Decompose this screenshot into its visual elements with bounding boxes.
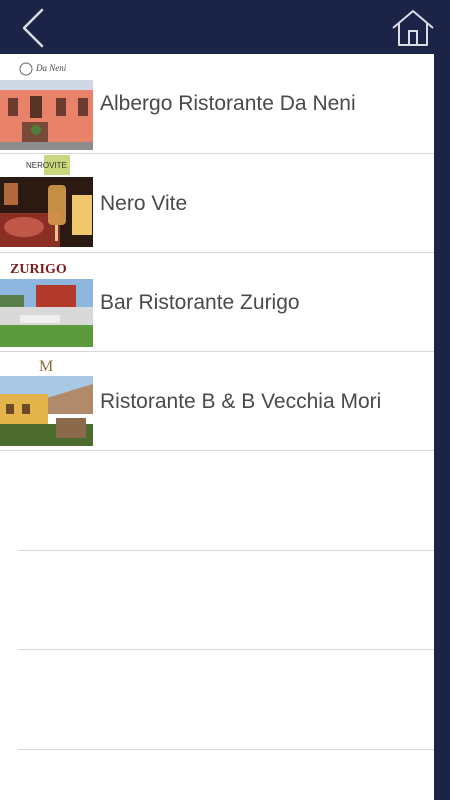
restaurant-thumbnail: Da Neni [0, 58, 93, 150]
restaurant-list: Da Neni Albergo Ristorante Da Neni NEROV… [0, 54, 434, 800]
home-icon [392, 10, 434, 46]
row-divider [18, 649, 434, 650]
top-navigation-bar [0, 0, 450, 54]
row-divider [0, 450, 434, 451]
restaurant-thumbnail: ZURIGO [0, 255, 93, 347]
thumb-logo-text: Da Neni [35, 63, 67, 73]
row-divider [18, 749, 434, 750]
list-item-zurigo[interactable]: ZURIGO Bar Ristorante Zurigo [0, 253, 434, 352]
restaurant-name: Ristorante B & B Vecchia Mori [100, 390, 382, 413]
restaurant-name: Bar Ristorante Zurigo [100, 291, 300, 314]
chevron-left-icon [22, 8, 44, 48]
thumb-logo-text: NEROVITE [26, 161, 67, 170]
restaurant-thumbnail: M [0, 354, 93, 446]
row-divider [18, 550, 434, 551]
back-button[interactable] [14, 6, 54, 50]
list-item-nero-vite[interactable]: NEROVITE Nero Vite [0, 154, 434, 253]
restaurant-name: Nero Vite [100, 192, 188, 215]
list-item-vecchia-mori[interactable]: M Ristorante B & B Vecchia Mori [0, 352, 434, 451]
restaurant-thumbnail: NEROVITE [0, 155, 93, 247]
thumb-logo-text: M [39, 358, 53, 375]
list-item-da-neni[interactable]: Da Neni Albergo Ristorante Da Neni [0, 54, 434, 153]
thumb-logo-text: ZURIGO [10, 262, 67, 277]
restaurant-name: Albergo Ristorante Da Neni [100, 92, 356, 115]
home-button[interactable] [390, 8, 436, 48]
